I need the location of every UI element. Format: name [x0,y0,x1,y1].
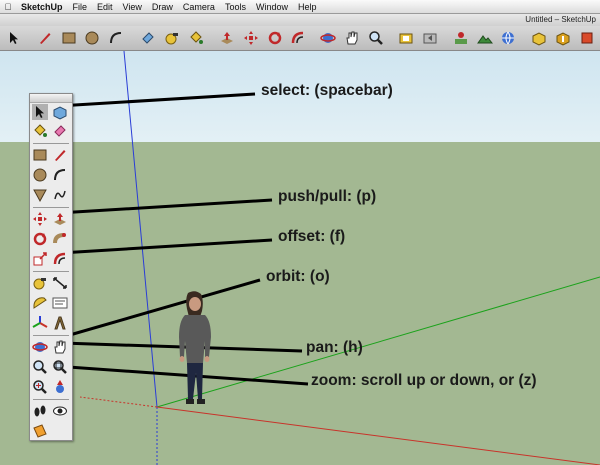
extension-icon[interactable] [579,30,595,46]
palette-title-bar[interactable] [30,94,72,103]
freehand-icon[interactable] [52,187,68,203]
callout-orbit: orbit: (o) [266,268,330,285]
follow-me-icon[interactable] [52,231,68,247]
protractor-icon[interactable] [32,295,48,311]
menu-help[interactable]: Help [293,2,322,12]
offset-icon[interactable] [52,251,68,267]
offset-icon[interactable] [290,30,306,46]
circle-icon[interactable] [32,167,48,183]
rotate-icon[interactable] [32,231,48,247]
apple-icon[interactable]:  [0,2,16,12]
palette-divider [33,207,69,208]
callout-offset: offset: (f) [278,228,346,245]
dimension-icon[interactable] [52,275,68,291]
add-location-icon[interactable] [453,30,469,46]
rotate-icon[interactable] [267,30,283,46]
callout-pan: pan: (h) [306,339,363,356]
menu-bar:  SketchUp File Edit View Draw Camera To… [0,0,600,14]
zoom-window-icon[interactable] [52,359,68,375]
palette-divider [33,143,69,144]
rectangle-icon[interactable] [32,147,48,163]
palette-divider [33,271,69,272]
menu-tools[interactable]: Tools [220,2,251,12]
orbit-icon[interactable] [32,339,48,355]
paint-bucket-icon[interactable] [188,30,204,46]
palette-divider [33,399,69,400]
position-camera-icon[interactable] [52,379,68,395]
menu-draw[interactable]: Draw [147,2,178,12]
tape-measure-icon[interactable] [164,30,180,46]
palette-divider [33,335,69,336]
scale-icon[interactable] [32,251,48,267]
person-figure[interactable] [171,291,221,409]
share-model-icon[interactable] [555,30,571,46]
menu-sketchup[interactable]: SketchUp [16,2,68,12]
arc-icon[interactable] [52,167,68,183]
menu-file[interactable]: File [68,2,93,12]
eraser-icon[interactable] [52,123,68,139]
pencil-line-icon[interactable] [37,30,53,46]
main-toolbar [0,26,600,51]
zoom-icon[interactable] [32,359,48,375]
toggle-terrain-icon[interactable] [477,30,493,46]
callout-zoom: zoom: scroll up or down, or (z) [311,372,537,389]
large-tool-set-palette[interactable] [29,93,73,441]
polygon-icon[interactable] [32,187,48,203]
modeling-viewport[interactable]: select: (spacebar) push/pull: (p) offset… [0,51,600,465]
eraser-icon[interactable] [140,30,156,46]
callout-select: select: (spacebar) [261,82,393,99]
push-pull-icon[interactable] [219,30,235,46]
axes-icon[interactable] [32,315,48,331]
arc-icon[interactable] [108,30,124,46]
orbit-icon[interactable] [320,30,336,46]
menu-view[interactable]: View [118,2,147,12]
move-icon[interactable] [32,211,48,227]
3d-text-icon[interactable] [52,315,68,331]
component-icon[interactable] [531,30,547,46]
menu-edit[interactable]: Edit [92,2,118,12]
scene-canvas [0,51,600,465]
move-icon[interactable] [243,30,259,46]
menu-camera[interactable]: Camera [178,2,220,12]
text-icon[interactable] [52,295,68,311]
pan-icon[interactable] [344,30,360,46]
push-pull-icon[interactable] [52,211,68,227]
window-title-bar: Untitled – SketchUp [0,14,600,26]
zoom-icon[interactable] [368,30,384,46]
callout-push-pull: push/pull: (p) [278,188,377,205]
walk-icon[interactable] [32,403,48,419]
line-icon[interactable] [52,147,68,163]
select-icon[interactable] [6,30,22,46]
section-plane-icon[interactable] [32,423,48,439]
window-title: Untitled – SketchUp [525,15,596,24]
look-around-icon[interactable] [52,403,68,419]
previous-view-icon[interactable] [422,30,438,46]
menu-window[interactable]: Window [251,2,293,12]
select-icon[interactable] [32,104,48,120]
zoom-extents-icon[interactable] [398,30,414,46]
get-models-icon[interactable] [500,30,516,46]
rectangle-icon[interactable] [61,30,77,46]
make-component-icon[interactable] [52,104,68,120]
pan-icon[interactable] [52,339,68,355]
tape-measure-icon[interactable] [32,275,48,291]
zoom-extents-icon[interactable] [32,379,48,395]
paint-bucket-icon[interactable] [32,123,48,139]
circle-icon[interactable] [84,30,100,46]
